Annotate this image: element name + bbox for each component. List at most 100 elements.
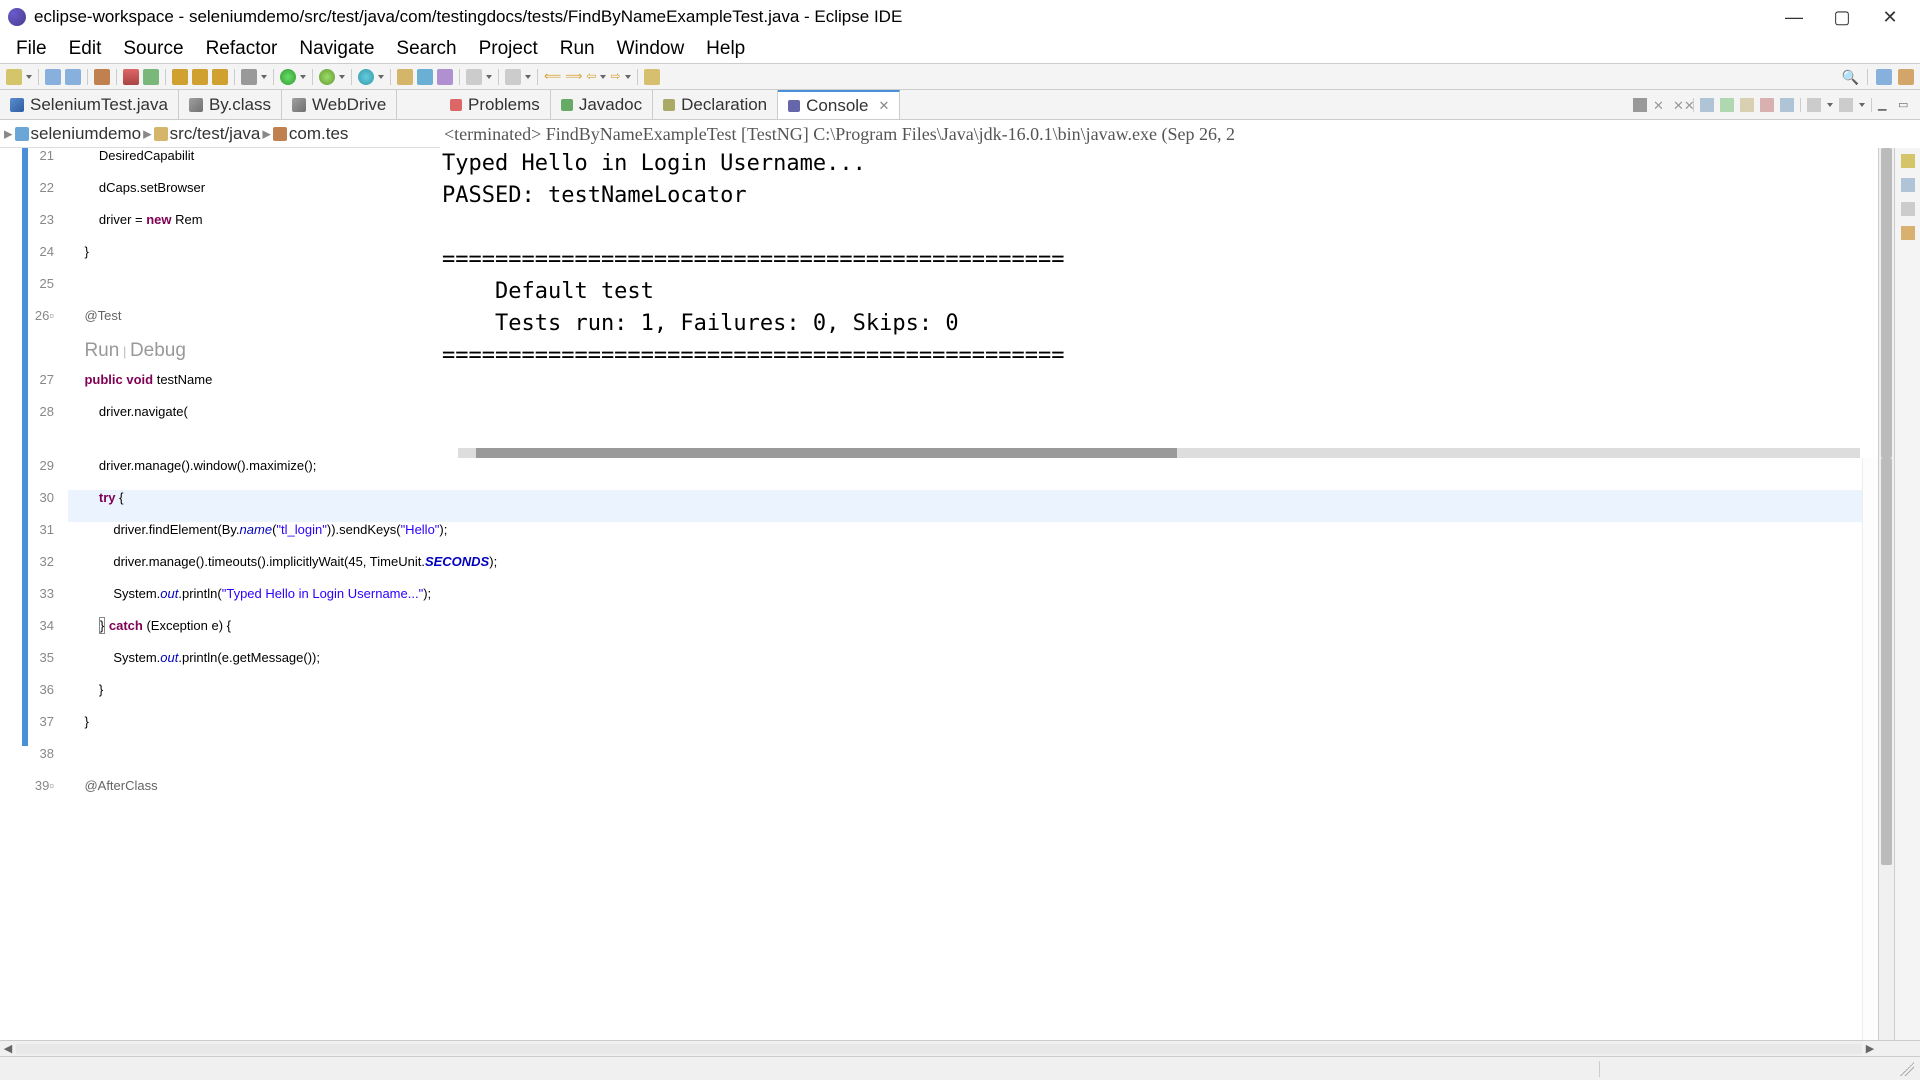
dropdown-icon[interactable] [525, 75, 531, 79]
perspective-debug-icon[interactable] [1898, 69, 1914, 85]
remove-all-icon[interactable]: ✕✕ [1673, 98, 1687, 112]
breadcrumb-folder[interactable]: src/test/java [170, 124, 261, 144]
minimize-button[interactable]: — [1784, 7, 1804, 27]
perspective-java-icon[interactable] [1876, 69, 1892, 85]
back-icon[interactable]: ⟸ [544, 69, 561, 85]
new-package-icon[interactable] [397, 69, 413, 85]
open-type-icon[interactable] [437, 69, 453, 85]
remove-launch-icon[interactable]: ✕ [1653, 98, 1667, 112]
console-tab-problems[interactable]: Problems [440, 90, 551, 119]
nav-back-icon[interactable]: ⇦ [586, 69, 596, 85]
resume-icon[interactable] [143, 69, 159, 85]
code-line[interactable]: System.out.println(e.getMessage()); [68, 650, 1862, 682]
menu-navigate[interactable]: Navigate [289, 34, 384, 64]
task-list-icon[interactable] [1901, 178, 1915, 192]
dropdown-icon[interactable] [300, 75, 306, 79]
code-line[interactable]: driver.manage().timeouts().implicitlyWai… [68, 554, 1862, 586]
code-editor[interactable]: driver.manage().window().maximize(); try… [68, 458, 1862, 1040]
step-over-icon[interactable] [192, 69, 208, 85]
maximize-button[interactable]: ▢ [1832, 7, 1852, 27]
quick-access-icon[interactable]: 🔍 [1842, 69, 1859, 85]
new-icon[interactable] [6, 69, 22, 85]
menu-file[interactable]: File [6, 34, 57, 64]
resize-handle-icon[interactable] [1900, 1062, 1914, 1076]
minimize-icon[interactable]: ▁ [1878, 98, 1892, 112]
breadcrumb-project[interactable]: seleniumdemo [31, 124, 142, 144]
scroll-lock-icon[interactable] [1720, 98, 1734, 112]
code-line[interactable]: @AfterClass [68, 778, 1862, 810]
word-wrap-icon[interactable] [1740, 98, 1754, 112]
code-line[interactable]: driver.navigate( [68, 404, 440, 436]
debug-icon[interactable] [241, 69, 257, 85]
code-line[interactable]: driver.findElement(By.name("tl_login")).… [68, 522, 1862, 554]
menu-refactor[interactable]: Refactor [196, 34, 288, 64]
menu-search[interactable]: Search [386, 34, 466, 64]
menu-run[interactable]: Run [550, 34, 605, 64]
scroll-right-icon[interactable]: ▶ [1862, 1042, 1878, 1056]
dropdown-icon[interactable] [600, 75, 606, 79]
terminate-icon[interactable] [1633, 98, 1647, 112]
outline-icon[interactable] [1901, 154, 1915, 168]
breadcrumb[interactable]: ▸ seleniumdemo ▸ src/test/java ▸ com.tes [0, 120, 440, 148]
editor-tab[interactable]: SeleniumTest.java [0, 90, 179, 119]
new-class-icon[interactable] [417, 69, 433, 85]
maximize-icon[interactable]: ▭ [1898, 98, 1912, 112]
scroll-left-icon[interactable]: ◀ [0, 1042, 16, 1056]
editor-tab[interactable]: By.class [179, 90, 282, 119]
dropdown-icon[interactable] [625, 75, 631, 79]
breadcrumb-package[interactable]: com.tes [289, 124, 349, 144]
console-output[interactable]: Typed Hello in Login Username... PASSED:… [440, 148, 1878, 448]
close-tab-icon[interactable]: ✕ [879, 98, 890, 114]
pin-console-icon[interactable] [1760, 98, 1774, 112]
dropdown-icon[interactable] [26, 75, 32, 79]
code-line[interactable]: } [68, 244, 440, 276]
code-line[interactable]: @Test [68, 308, 440, 340]
code-line[interactable]: System.out.println("Typed Hello in Login… [68, 586, 1862, 618]
coverage-view-icon[interactable] [1901, 226, 1915, 240]
editor-vertical-scrollbar[interactable] [1878, 458, 1894, 1040]
code-line[interactable]: public void testName [68, 372, 440, 404]
console-vertical-scrollbar[interactable] [1878, 148, 1894, 458]
console-horizontal-scrollbar[interactable] [458, 448, 1860, 458]
code-line[interactable]: } [68, 682, 1862, 714]
pin-icon[interactable] [644, 69, 660, 85]
console-tab-declaration[interactable]: Declaration [653, 90, 778, 119]
build-icon[interactable] [94, 69, 110, 85]
dropdown-icon[interactable] [1827, 103, 1833, 107]
new-console-icon[interactable] [1839, 98, 1853, 112]
menu-edit[interactable]: Edit [59, 34, 112, 64]
console-tab-javadoc[interactable]: Javadoc [551, 90, 653, 119]
close-button[interactable]: ✕ [1880, 7, 1900, 27]
run-icon[interactable] [280, 69, 296, 85]
dropdown-icon[interactable] [261, 75, 267, 79]
search-icon[interactable] [466, 69, 482, 85]
code-line[interactable]: driver.manage().window().maximize(); [68, 458, 1862, 490]
forward-icon[interactable]: ⟹ [565, 69, 582, 85]
nav-forward-icon[interactable]: ⇨ [610, 69, 620, 85]
step-icon[interactable] [172, 69, 188, 85]
editor-tab[interactable]: WebDrive [282, 90, 397, 119]
coverage-icon[interactable] [319, 69, 335, 85]
editor-horizontal-scrollbar[interactable]: ◀ ▶ [0, 1040, 1920, 1056]
external-tools-icon[interactable] [358, 69, 374, 85]
menu-help[interactable]: Help [696, 34, 755, 64]
open-console-icon[interactable] [1807, 98, 1821, 112]
dropdown-icon[interactable] [486, 75, 492, 79]
templates-icon[interactable] [1901, 202, 1915, 216]
code-line[interactable]: } catch (Exception e) { [68, 618, 1862, 650]
code-line[interactable]: DesiredCapabilit [68, 148, 440, 180]
code-line[interactable]: Run | Debug [68, 340, 440, 372]
code-line[interactable]: driver = new Rem [68, 212, 440, 244]
dropdown-icon[interactable] [378, 75, 384, 79]
menu-source[interactable]: Source [113, 34, 193, 64]
menu-project[interactable]: Project [469, 34, 548, 64]
console-tab-console[interactable]: Console✕ [778, 90, 900, 119]
code-editor[interactable]: DesiredCapabilit dCaps.setBrowser driver… [68, 148, 440, 458]
skip-breakpoints-icon[interactable] [123, 69, 139, 85]
dropdown-icon[interactable] [1859, 103, 1865, 107]
code-line[interactable]: } [68, 714, 1862, 746]
step-return-icon[interactable] [212, 69, 228, 85]
save-all-icon[interactable] [65, 69, 81, 85]
overview-ruler[interactable] [1862, 458, 1878, 1040]
code-line[interactable] [68, 276, 440, 308]
